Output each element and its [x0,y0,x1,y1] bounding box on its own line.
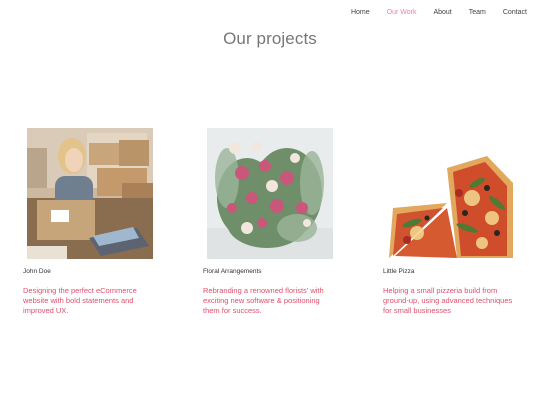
main-nav: Home Our Work About Team Contact [334,8,527,18]
project-name: Floral Arrangements [203,268,262,275]
woman-packing-boxes-image [27,128,153,259]
nav-our-work[interactable]: Our Work [387,8,417,18]
project-name: Little Pizza [383,268,415,275]
project-card-little-pizza[interactable]: Little Pizza Helping a small pizzeria bu… [383,128,533,315]
nav-home[interactable]: Home [351,8,370,18]
project-description: Helping a small pizzeria build from grou… [383,286,513,315]
project-card-floral[interactable]: Floral Arrangements Rebranding a renowne… [203,128,353,315]
flower-bouquet-image [207,128,333,259]
nav-team[interactable]: Team [469,8,486,18]
project-card-john-doe[interactable]: John Doe Designing the perfect eCommerce… [23,128,173,315]
pizza-slices-image [387,128,513,259]
project-description: Rebranding a renowned florists' with exc… [203,286,324,315]
page-title: Our projects [223,29,317,48]
project-name: John Doe [23,268,51,275]
project-image-florist[interactable] [207,128,333,259]
nav-contact[interactable]: Contact [503,8,527,18]
project-image-pizzeria[interactable] [387,128,513,259]
project-description: Designing the perfect eCommerce website … [23,286,137,315]
project-image-ecommerce[interactable] [27,128,153,259]
nav-about[interactable]: About [433,8,451,18]
